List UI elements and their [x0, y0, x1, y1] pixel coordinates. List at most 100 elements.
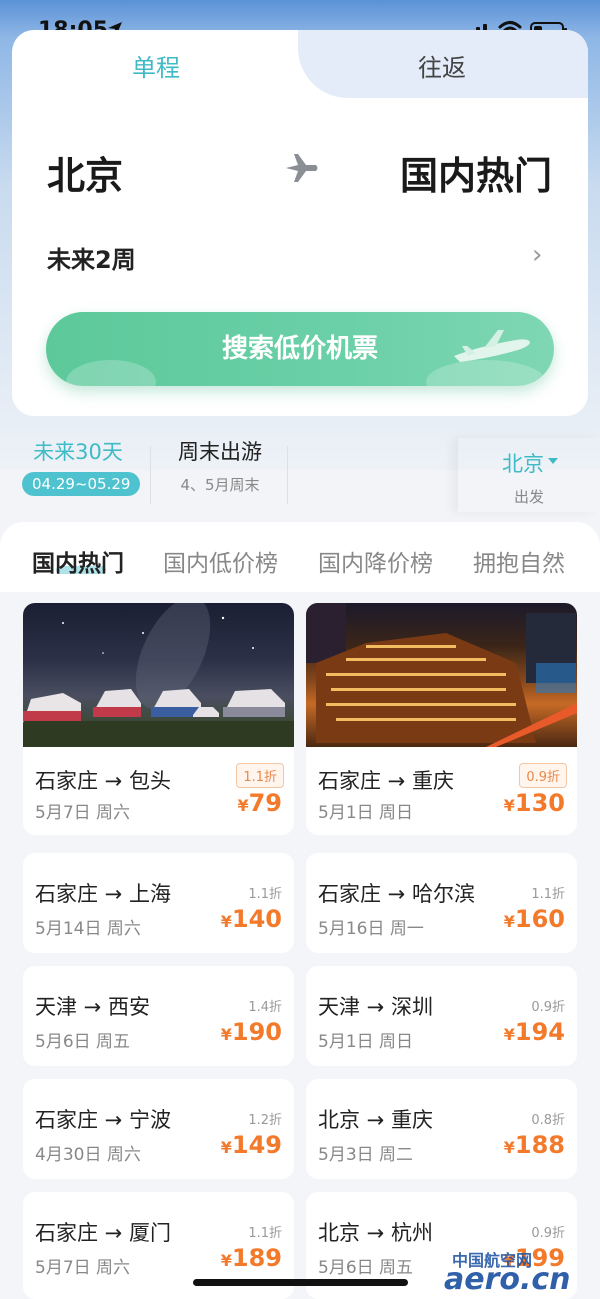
deal-price-value: 188	[514, 1131, 565, 1159]
deal-discount: 0.9折	[531, 1000, 565, 1015]
filter-weekend-label: 周末出游	[178, 440, 262, 464]
currency-symbol: ¥	[237, 796, 249, 815]
deal-price: ¥130	[504, 789, 565, 817]
deal-price-value: 189	[231, 1244, 282, 1272]
divider	[287, 446, 288, 504]
deal-date: 5月6日 周五	[35, 1032, 131, 1052]
night-city-scene	[306, 603, 577, 747]
origin-sub: 出发	[514, 488, 545, 506]
filter-next-30-range: 04.29~05.29	[22, 472, 141, 496]
deal-discount: 1.1折	[248, 887, 282, 902]
tab-round-trip[interactable]: 往返	[418, 48, 466, 83]
deal-route: 石家庄 → 厦门	[35, 1221, 171, 1245]
origin-city: 北京	[502, 452, 544, 476]
airplane-icon[interactable]	[284, 150, 320, 186]
deal-card[interactable]: 天津 → 深圳 0.9折 5月1日 周日 ¥194	[306, 966, 577, 1066]
deal-discount-badge: 1.1折	[236, 763, 284, 788]
deal-route: 天津 → 深圳	[318, 995, 433, 1019]
deal-price: ¥190	[221, 1018, 282, 1046]
deal-date: 5月1日 周日	[318, 803, 414, 823]
deal-route: 天津 → 西安	[35, 995, 150, 1019]
deal-card[interactable]: 石家庄 → 宁波 1.2折 4月30日 周六 ¥149	[23, 1079, 294, 1179]
deal-route: 石家庄 → 重庆	[318, 769, 454, 793]
divider	[150, 446, 151, 504]
deal-price-value: 79	[248, 789, 282, 817]
deal-discount: 1.2折	[248, 1113, 282, 1128]
currency-symbol: ¥	[220, 912, 232, 931]
deal-discount: 1.4折	[248, 1000, 282, 1015]
destination-city[interactable]: 国内热门	[400, 145, 552, 200]
tab-domestic-hot[interactable]: 国内热门	[32, 544, 124, 578]
deal-price: ¥140	[221, 905, 282, 933]
deal-price-value: 194	[514, 1018, 565, 1046]
currency-symbol: ¥	[220, 1138, 232, 1157]
deal-card[interactable]: 石家庄 → 上海 1.1折 5月14日 周六 ¥140	[23, 853, 294, 953]
deal-card[interactable]: 石家庄 → 包头 1.1折 5月7日 周六 ¥79	[23, 603, 294, 835]
filter-next-30-days[interactable]: 未来30天 04.29~05.29	[22, 430, 141, 496]
deal-price-value: 149	[231, 1131, 282, 1159]
filter-bar: 未来30天 04.29~05.29 周末出游 4、5月周末 北京 出发	[0, 430, 600, 520]
deal-date: 5月3日 周二	[318, 1145, 414, 1165]
caret-down-icon	[548, 458, 558, 464]
destination-image	[23, 603, 294, 747]
deal-date: 5月16日 周一	[318, 919, 424, 939]
tab-one-way[interactable]: 单程	[132, 48, 180, 83]
departure-city[interactable]: 北京	[47, 145, 123, 200]
deal-price: ¥188	[504, 1131, 565, 1159]
deal-discount: 1.1折	[531, 887, 565, 902]
currency-symbol: ¥	[503, 912, 515, 931]
deal-route: 石家庄 → 上海	[35, 882, 171, 906]
deal-discount: 0.8折	[531, 1113, 565, 1128]
deal-card[interactable]: 石家庄 → 重庆 0.9折 5月1日 周日 ¥130	[306, 603, 577, 835]
deal-price-value: 140	[231, 905, 282, 933]
deal-route: 石家庄 → 宁波	[35, 1108, 171, 1132]
date-range[interactable]: 未来2周	[47, 240, 136, 275]
search-button-label: 搜索低价机票	[221, 334, 378, 364]
tab-domestic-price-drop[interactable]: 国内降价榜	[318, 544, 433, 578]
deal-price: ¥189	[221, 1244, 282, 1272]
deal-route: 北京 → 杭州	[318, 1221, 433, 1245]
deal-date: 5月7日 周六	[35, 1258, 131, 1278]
chevron-right-icon[interactable]: ›	[532, 240, 542, 270]
currency-symbol: ¥	[220, 1025, 232, 1044]
deal-card[interactable]: 天津 → 西安 1.4折 5月6日 周五 ¥190	[23, 966, 294, 1066]
airplane-illustration-icon	[454, 330, 530, 362]
watermark-logo: aero.cn	[444, 1262, 571, 1297]
currency-symbol: ¥	[220, 1251, 232, 1270]
home-indicator[interactable]	[193, 1279, 408, 1286]
deal-price: ¥149	[221, 1131, 282, 1159]
deal-price-value: 190	[231, 1018, 282, 1046]
deal-price: ¥160	[504, 905, 565, 933]
deal-date: 5月14日 周六	[35, 919, 141, 939]
deal-route: 石家庄 → 包头	[35, 769, 171, 793]
deal-discount: 0.9折	[531, 1226, 565, 1241]
deal-card[interactable]: 石家庄 → 哈尔滨 1.1折 5月16日 周一 ¥160	[306, 853, 577, 953]
origin-selector[interactable]: 北京 出发	[458, 438, 600, 512]
deal-discount: 1.1折	[248, 1226, 282, 1241]
currency-symbol: ¥	[503, 1025, 515, 1044]
booking-card: 单程 往返 北京 国内热门 未来2周 › 搜索低价机票	[12, 30, 588, 416]
deal-price: ¥79	[237, 789, 282, 817]
currency-symbol: ¥	[503, 796, 515, 815]
deal-price-value: 160	[514, 905, 565, 933]
filter-weekend-sub: 4、5月周末	[180, 476, 260, 494]
cloud-decoration	[66, 360, 156, 386]
destination-image	[306, 603, 577, 747]
tab-embrace-nature[interactable]: 拥抱自然	[473, 544, 565, 578]
search-cheap-flights-button[interactable]: 搜索低价机票	[46, 312, 554, 386]
deal-price-value: 130	[514, 789, 565, 817]
filter-next-30-label: 未来30天	[33, 440, 123, 464]
deal-date: 5月1日 周日	[318, 1032, 414, 1052]
deal-date: 5月6日 周五	[318, 1258, 414, 1278]
filter-weekend-trip[interactable]: 周末出游 4、5月周末	[160, 430, 280, 495]
deal-route: 北京 → 重庆	[318, 1108, 433, 1132]
deal-date: 5月7日 周六	[35, 803, 131, 823]
deal-route: 石家庄 → 哈尔滨	[318, 882, 475, 906]
deal-price: ¥194	[504, 1018, 565, 1046]
currency-symbol: ¥	[503, 1138, 515, 1157]
yurt-night-scene	[23, 603, 294, 747]
tab-domestic-low-price[interactable]: 国内低价榜	[163, 544, 278, 578]
deal-card[interactable]: 北京 → 重庆 0.8折 5月3日 周二 ¥188	[306, 1079, 577, 1179]
deal-date: 4月30日 周六	[35, 1145, 141, 1165]
deal-discount-badge: 0.9折	[519, 763, 567, 788]
